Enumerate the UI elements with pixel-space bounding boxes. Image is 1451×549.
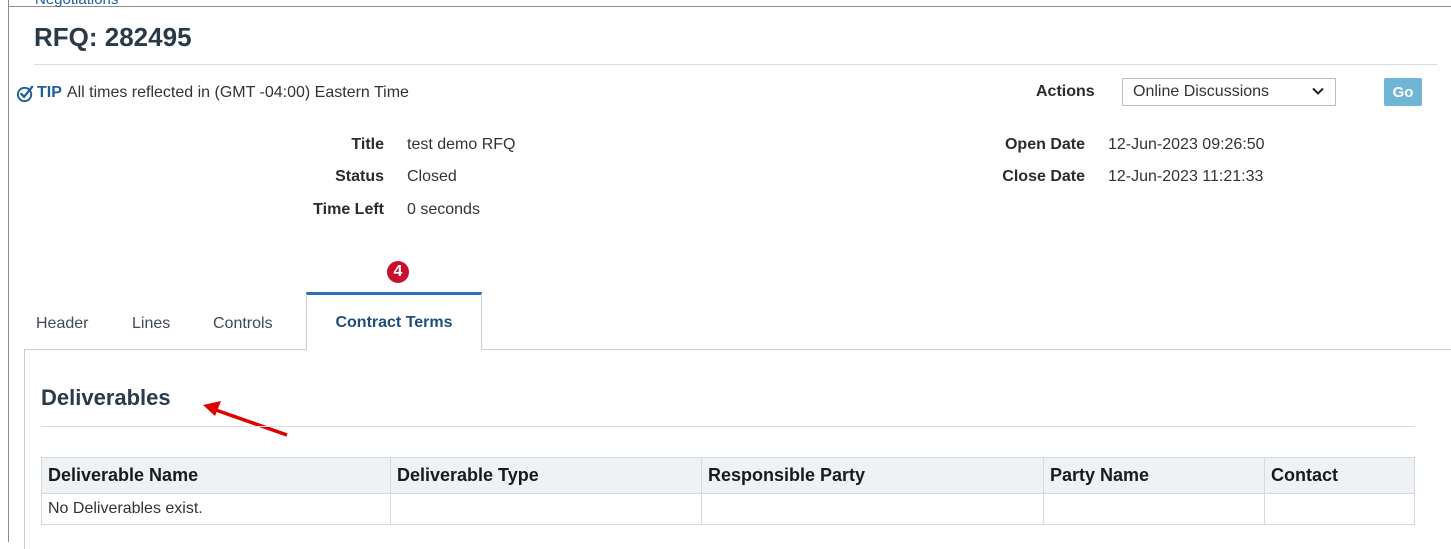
- step-number-badge: 4: [387, 261, 409, 283]
- tip-label: TIP: [37, 84, 62, 101]
- table-cell: [1264, 493, 1415, 525]
- column-header-deliverable-type: Deliverable Type: [390, 457, 702, 494]
- tab-header[interactable]: Header: [36, 315, 88, 333]
- title-label: Title: [351, 136, 384, 153]
- actions-label: Actions: [1036, 83, 1095, 100]
- time-left-value: 0 seconds: [407, 201, 480, 218]
- tab-lines[interactable]: Lines: [132, 315, 170, 333]
- close-date-value: 12-Jun-2023 11:21:33: [1108, 168, 1264, 185]
- table-cell: [390, 493, 702, 525]
- section-title: Deliverables: [41, 385, 171, 410]
- chevron-down-icon: [1312, 87, 1324, 95]
- tab-contract-terms[interactable]: Contract Terms: [306, 292, 482, 350]
- column-header-responsible-party: Responsible Party: [701, 457, 1044, 494]
- page-frame-left: [8, 0, 9, 542]
- table-header-row: Deliverable Name Deliverable Type Respon…: [41, 457, 1415, 494]
- status-value: Closed: [407, 168, 457, 185]
- tip-row: TIP All times reflected in (GMT -04:00) …: [16, 82, 409, 104]
- page-frame-top: [8, 6, 1451, 7]
- table-cell: [1043, 493, 1265, 525]
- breadcrumb-link[interactable]: Negotiations: [35, 0, 118, 8]
- empty-message: No Deliverables exist.: [41, 493, 391, 525]
- column-header-deliverable-name: Deliverable Name: [41, 457, 391, 494]
- go-button[interactable]: Go: [1384, 78, 1422, 106]
- column-header-party-name: Party Name: [1043, 457, 1265, 494]
- open-date-label: Open Date: [1004, 136, 1085, 153]
- column-header-contact: Contact: [1264, 457, 1415, 494]
- section-divider: [41, 426, 1415, 427]
- title-divider: [34, 64, 1437, 65]
- actions-select[interactable]: Online Discussions: [1122, 78, 1336, 106]
- close-date-label: Close Date: [1002, 168, 1085, 185]
- deliverables-table: Deliverable Name Deliverable Type Respon…: [41, 457, 1415, 525]
- title-value: test demo RFQ: [407, 136, 516, 153]
- time-left-label: Time Left: [313, 201, 384, 218]
- status-label: Status: [335, 168, 384, 185]
- tip-text: All times reflected in (GMT -04:00) East…: [66, 84, 409, 101]
- red-arrow-icon: [203, 401, 288, 437]
- actions-select-value: Online Discussions: [1133, 83, 1270, 100]
- table-cell: [701, 493, 1044, 525]
- open-date-value: 12-Jun-2023 09:26:50: [1108, 136, 1265, 153]
- page-title: RFQ: 282495: [34, 22, 192, 52]
- table-row: No Deliverables exist.: [41, 493, 1415, 525]
- checkmark-circle-icon: [16, 85, 34, 102]
- tab-controls[interactable]: Controls: [213, 315, 273, 333]
